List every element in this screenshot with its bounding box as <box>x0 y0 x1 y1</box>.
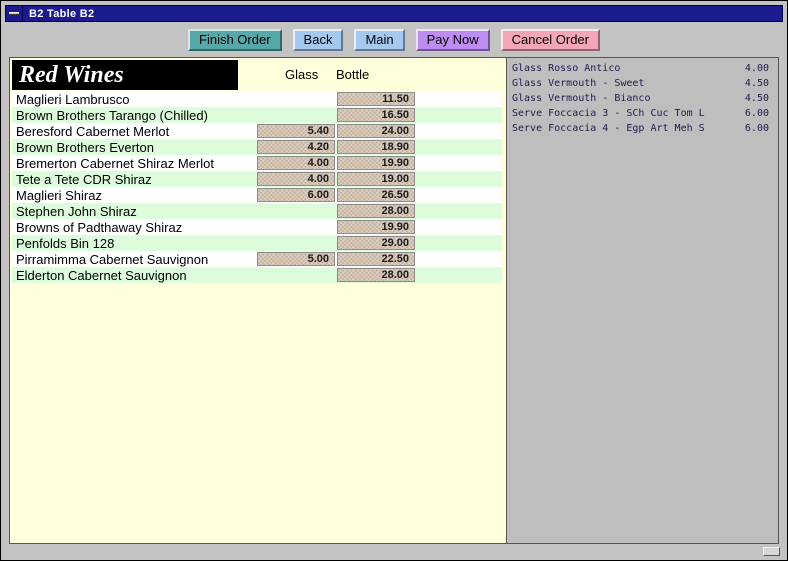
bottle-price-button[interactable]: 28.00 <box>337 204 415 218</box>
order-line-price: 4.50 <box>745 78 769 89</box>
window-menu-button[interactable] <box>6 6 23 21</box>
wine-row: Browns of Padthaway Shiraz 19.90 <box>12 219 502 235</box>
glass-price-button[interactable]: 4.00 <box>257 172 335 186</box>
glass-price-button[interactable]: 6.00 <box>257 188 335 202</box>
order-line-list: Glass Rosso Antico 4.00 Glass Vermouth -… <box>512 63 769 138</box>
wine-name: Pirramimma Cabernet Sauvignon <box>12 252 257 267</box>
wine-row: Brown Brothers Everton 4.20 18.90 <box>12 139 502 155</box>
wine-row: Tete a Tete CDR Shiraz 4.00 19.00 <box>12 171 502 187</box>
wine-name: Maglieri Shiraz <box>12 188 257 203</box>
wine-name: Stephen John Shiraz <box>12 204 257 219</box>
order-panel: Glass Rosso Antico 4.00 Glass Vermouth -… <box>506 58 778 543</box>
content-area: Red Wines Glass Bottle Maglieri Lambrusc… <box>9 57 779 544</box>
wine-name: Brown Brothers Everton <box>12 140 257 155</box>
bottle-price-button[interactable]: 26.50 <box>337 188 415 202</box>
order-line[interactable]: Glass Vermouth - Sweet 4.50 <box>512 78 769 93</box>
order-line[interactable]: Serve Foccacia 3 - SCh Cuc Tom L 6.00 <box>512 108 769 123</box>
bottle-price-button[interactable]: 19.90 <box>337 156 415 170</box>
glass-column-header: Glass <box>285 67 318 82</box>
wine-name: Beresford Cabernet Merlot <box>12 124 257 139</box>
window-title: B2 Table B2 <box>23 8 94 20</box>
bottle-price-button[interactable]: 19.90 <box>337 220 415 234</box>
wine-name: Tete a Tete CDR Shiraz <box>12 172 257 187</box>
glass-price-button[interactable]: 5.40 <box>257 124 335 138</box>
wine-row: Bremerton Cabernet Shiraz Merlot 4.00 19… <box>12 155 502 171</box>
main-button[interactable]: Main <box>354 29 404 51</box>
order-line-price: 4.50 <box>745 93 769 104</box>
wine-row: Penfolds Bin 128 29.00 <box>12 235 502 251</box>
order-line-text: Glass Rosso Antico <box>512 63 620 74</box>
glass-price-button[interactable]: 5.00 <box>257 252 335 266</box>
order-line[interactable]: Glass Rosso Antico 4.00 <box>512 63 769 78</box>
order-line-price: 4.00 <box>745 63 769 74</box>
wine-name: Penfolds Bin 128 <box>12 236 257 251</box>
bottle-price-button[interactable]: 28.00 <box>337 268 415 282</box>
wine-row: Stephen John Shiraz 28.00 <box>12 203 502 219</box>
wine-name: Maglieri Lambrusco <box>12 92 257 107</box>
bottle-price-button[interactable]: 18.90 <box>337 140 415 154</box>
order-line-text: Serve Foccacia 3 - SCh Cuc Tom L <box>512 108 705 119</box>
titlebar: B2 Table B2 <box>5 5 783 22</box>
wine-row: Brown Brothers Tarango (Chilled) 16.50 <box>12 107 502 123</box>
wine-row: Beresford Cabernet Merlot 5.40 24.00 <box>12 123 502 139</box>
order-line-text: Serve Foccacia 4 - Egp Art Meh S <box>512 123 705 134</box>
wine-row: Pirramimma Cabernet Sauvignon 5.00 22.50 <box>12 251 502 267</box>
wine-menu-panel: Red Wines Glass Bottle Maglieri Lambrusc… <box>10 58 506 543</box>
wine-name: Brown Brothers Tarango (Chilled) <box>12 108 257 123</box>
wine-name: Elderton Cabernet Sauvignon <box>12 268 257 283</box>
wine-row: Elderton Cabernet Sauvignon 28.00 <box>12 267 502 283</box>
pos-window: B2 Table B2 Finish Order Back Main Pay N… <box>0 0 788 561</box>
order-line-text: Glass Vermouth - Bianco <box>512 93 650 104</box>
bottle-price-button[interactable]: 11.50 <box>337 92 415 106</box>
wine-row: Maglieri Lambrusco 11.50 <box>12 91 502 107</box>
bottle-column-header: Bottle <box>336 67 369 82</box>
finish-order-button[interactable]: Finish Order <box>188 29 282 51</box>
bottle-price-button[interactable]: 29.00 <box>337 236 415 250</box>
wine-list: Maglieri Lambrusco 11.50 Brown Brothers … <box>10 91 506 283</box>
pay-now-button[interactable]: Pay Now <box>416 29 490 51</box>
bottle-price-button[interactable]: 16.50 <box>337 108 415 122</box>
window-menu-dash-icon <box>9 12 19 15</box>
category-title: Red Wines <box>12 60 238 90</box>
wine-row: Maglieri Shiraz 6.00 26.50 <box>12 187 502 203</box>
toolbar: Finish Order Back Main Pay Now Cancel Or… <box>5 22 783 57</box>
resize-grip[interactable] <box>763 547 780 556</box>
order-line-price: 6.00 <box>745 108 769 119</box>
cancel-order-button[interactable]: Cancel Order <box>501 29 600 51</box>
glass-price-button[interactable]: 4.00 <box>257 156 335 170</box>
wine-name: Browns of Padthaway Shiraz <box>12 220 257 235</box>
glass-price-button[interactable]: 4.20 <box>257 140 335 154</box>
order-line[interactable]: Serve Foccacia 4 - Egp Art Meh S 6.00 <box>512 123 769 138</box>
menu-header: Red Wines Glass Bottle <box>10 59 506 91</box>
order-line-text: Glass Vermouth - Sweet <box>512 78 644 89</box>
bottle-price-button[interactable]: 24.00 <box>337 124 415 138</box>
bottle-price-button[interactable]: 19.00 <box>337 172 415 186</box>
order-line-price: 6.00 <box>745 123 769 134</box>
order-line[interactable]: Glass Vermouth - Bianco 4.50 <box>512 93 769 108</box>
bottle-price-button[interactable]: 22.50 <box>337 252 415 266</box>
wine-name: Bremerton Cabernet Shiraz Merlot <box>12 156 257 171</box>
back-button[interactable]: Back <box>293 29 344 51</box>
